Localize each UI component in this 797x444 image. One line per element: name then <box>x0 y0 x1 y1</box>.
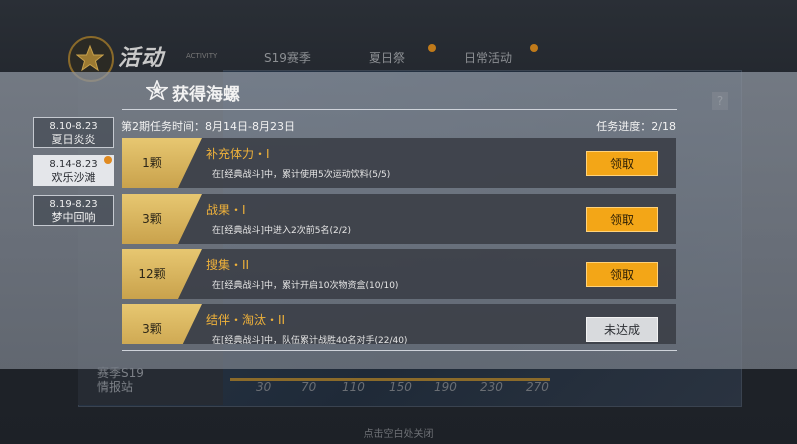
task-list[interactable]: 1颗 补充体力・I 在[经典战斗]中，累计使用5次运动饮料(5/5) 领取 3颗… <box>122 138 676 344</box>
task-name: 战果・I <box>206 203 246 217</box>
axis-tick: 270 <box>526 380 549 394</box>
period-tab-dates: 8.10-8.23 <box>49 121 98 132</box>
reward-amount: 3颗 <box>142 322 162 336</box>
axis-tick: 190 <box>434 380 457 394</box>
axis-tick: 70 <box>301 380 317 394</box>
tab-s19-season[interactable]: S19赛季 <box>264 49 311 66</box>
period-time: 第2期任务时间：8月14日-8月23日 <box>121 120 295 133</box>
activity-title: 活动 <box>118 46 165 71</box>
season-intel-label[interactable]: 赛季S19 情报站 <box>97 366 144 394</box>
reward-amount: 1颗 <box>142 156 162 170</box>
period-tab-dates: 8.14-8.23 <box>49 159 98 170</box>
divider <box>122 350 677 351</box>
task-name: 补充体力・I <box>206 147 270 161</box>
task-name: 搜集・II <box>206 258 250 272</box>
task-row: 1颗 补充体力・I 在[经典战斗]中，累计使用5次运动饮料(5/5) 领取 <box>122 138 676 188</box>
axis-tick: 30 <box>256 380 272 394</box>
season-sub-label: 情报站 <box>97 380 134 394</box>
task-row: 12颗 搜集・II 在[经典战斗]中，累计开启10次物资盒(10/10) 领取 <box>122 249 676 299</box>
task-description: 在[经典战斗]中，累计使用5次运动饮料(5/5) <box>212 170 391 180</box>
period-tab-2[interactable]: 8.14-8.23 欢乐沙滩 <box>33 155 114 186</box>
claim-button[interactable]: 领取 <box>586 151 658 176</box>
period-tab-1[interactable]: 8.10-8.23 夏日炎炎 <box>33 117 114 148</box>
period-tab-dates: 8.19-8.23 <box>49 199 98 210</box>
popup-title: 获得海螺 <box>172 85 240 105</box>
divider <box>122 109 677 110</box>
period-tab-name: 梦中回响 <box>51 211 96 224</box>
close-hint[interactable]: 点击空白处关闭 <box>0 425 797 440</box>
axis-tick: 110 <box>342 380 365 394</box>
conch-star-icon <box>144 78 170 104</box>
task-progress: 任务进度：2/18 <box>596 120 676 133</box>
axis-tick: 230 <box>480 380 503 394</box>
tab-notification-dot <box>530 44 538 52</box>
task-row: 3颗 战果・I 在[经典战斗]中进入2次前5名(2/2) 领取 <box>122 194 676 244</box>
not-achieved-button[interactable]: 未达成 <box>586 317 658 342</box>
tab-summer-festival[interactable]: 夏日祭 <box>369 49 405 66</box>
task-name: 结伴・淘汰・II <box>206 313 286 327</box>
task-row: 3颗 结伴・淘汰・II 在[经典战斗]中，队伍累计战胜40名对手(22/40) … <box>122 304 676 344</box>
axis-tick: 150 <box>389 380 412 394</box>
activity-subtitle: ACTIVITY <box>186 52 218 60</box>
claim-button[interactable]: 领取 <box>586 207 658 232</box>
task-description: 在[经典战斗]中，累计开启10次物资盒(10/10) <box>212 281 399 291</box>
tab-notification-dot <box>428 44 436 52</box>
task-description: 在[经典战斗]中，队伍累计战胜40名对手(22/40) <box>212 336 408 344</box>
period-tab-3[interactable]: 8.19-8.23 梦中回响 <box>33 195 114 226</box>
period-tab-name: 夏日炎炎 <box>51 133 96 146</box>
reward-amount: 3颗 <box>142 212 162 226</box>
tab-daily-activity[interactable]: 日常活动 <box>464 49 512 66</box>
notification-dot <box>104 156 112 164</box>
claim-button[interactable]: 领取 <box>586 262 658 287</box>
period-tab-name: 欢乐沙滩 <box>51 171 96 184</box>
task-description: 在[经典战斗]中进入2次前5名(2/2) <box>212 226 351 236</box>
reward-amount: 12颗 <box>138 267 166 281</box>
